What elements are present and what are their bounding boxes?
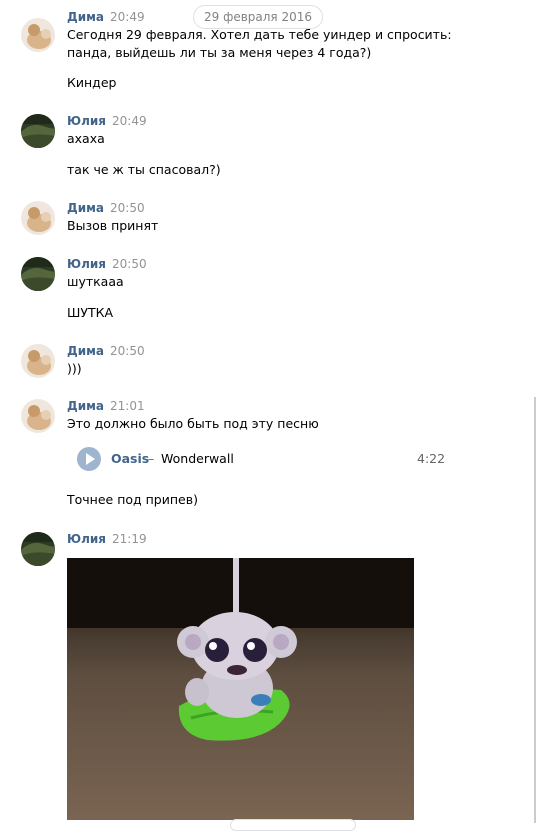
avatar[interactable] (21, 344, 55, 378)
message-text: Это должно было быть под эту песню (67, 416, 319, 431)
message-time[interactable]: 20:50 (112, 257, 147, 271)
author-name[interactable]: Юлия (67, 114, 106, 128)
author-name[interactable]: Дима (67, 344, 104, 358)
avatar[interactable] (21, 201, 55, 235)
date-separator: 29 февраля 2016 (193, 5, 323, 29)
message-text: Точнее под припев) (67, 492, 198, 507)
avatar-dima-icon (21, 399, 55, 433)
message-header: Юлия 21:19 (67, 532, 147, 546)
message-text: ШУТКА (67, 305, 114, 320)
author-name[interactable]: Дима (67, 201, 104, 215)
scrollbar[interactable] (534, 397, 536, 823)
message-header: Дима 20:50 (67, 201, 145, 215)
audio-separator: – (148, 451, 155, 466)
message-time[interactable]: 21:19 (112, 532, 147, 546)
avatar-yulia-icon (21, 532, 55, 566)
message-header: Дима 21:01 (67, 399, 145, 413)
message-time[interactable]: 20:49 (110, 10, 145, 24)
message-header: Дима 20:50 (67, 344, 145, 358)
audio-duration: 4:22 (417, 451, 446, 466)
avatar[interactable] (21, 399, 55, 433)
avatar-dima-icon (21, 201, 55, 235)
avatar[interactable] (21, 532, 55, 566)
avatar[interactable] (21, 114, 55, 148)
message-header: Юлия 20:50 (67, 257, 147, 271)
message-time[interactable]: 21:01 (110, 399, 145, 413)
avatar[interactable] (21, 257, 55, 291)
avatar[interactable] (21, 18, 55, 52)
message-header: Юлия 20:49 (67, 114, 147, 128)
message-text: панда, выйдешь ли ты за меня через 4 год… (67, 45, 372, 60)
avatar-dima-icon (21, 344, 55, 378)
photo-attachment[interactable] (67, 558, 414, 820)
date-separator-partial (230, 819, 356, 831)
play-button[interactable] (77, 447, 101, 471)
message-text: ))) (67, 361, 82, 376)
message-text: Вызов принят (67, 218, 159, 233)
play-icon (86, 453, 95, 465)
author-name[interactable]: Юлия (67, 257, 106, 271)
avatar-dima-icon (21, 18, 55, 52)
audio-title[interactable]: Wonderwall (161, 451, 234, 466)
message-text: ахаха (67, 131, 105, 146)
message-time[interactable]: 20:50 (110, 344, 145, 358)
message-time[interactable]: 20:50 (110, 201, 145, 215)
message-text: шуткааа (67, 274, 124, 289)
avatar-yulia-icon (21, 257, 55, 291)
author-name[interactable]: Дима (67, 10, 104, 24)
author-name[interactable]: Юлия (67, 532, 106, 546)
avatar-yulia-icon (21, 114, 55, 148)
audio-attachment[interactable]: Oasis – Wonderwall 4:22 (77, 446, 457, 472)
message-header: Дима 20:49 (67, 10, 145, 24)
message-time[interactable]: 20:49 (112, 114, 147, 128)
toy-photo-image (67, 558, 414, 820)
message-text: Киндер (67, 75, 117, 90)
message-text: так че ж ты спасовал?) (67, 162, 221, 177)
author-name[interactable]: Дима (67, 399, 104, 413)
audio-artist[interactable]: Oasis (111, 451, 149, 466)
